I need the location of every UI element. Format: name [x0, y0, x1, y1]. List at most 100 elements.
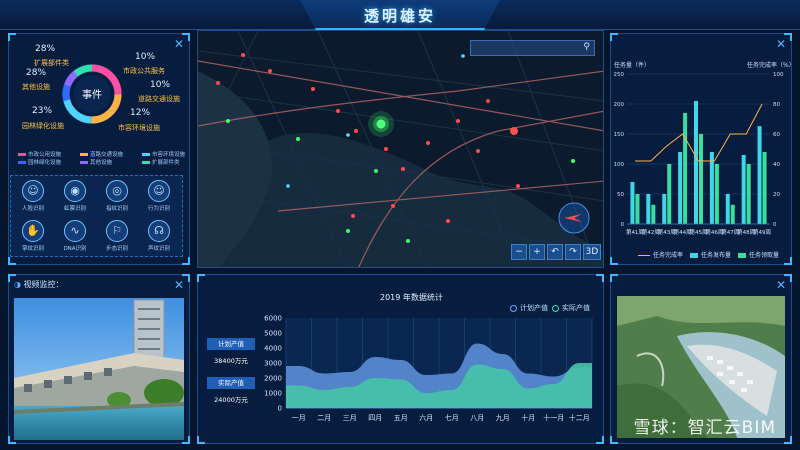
plan-label: 计划产值	[207, 338, 255, 350]
donut-cat: 市政公共服务	[123, 67, 165, 75]
video-feed[interactable]	[14, 298, 184, 440]
view-3d-button[interactable]: 3D	[583, 244, 601, 260]
x-tick-label: 一月	[292, 414, 306, 422]
recognition-label: 声纹识别	[147, 246, 170, 252]
close-icon[interactable]: ✕	[776, 278, 786, 292]
bar-claimed	[699, 134, 703, 224]
bar-claimed	[635, 194, 640, 224]
zoom-out-button[interactable]: −	[511, 244, 527, 260]
actual-label: 实际产值	[207, 377, 255, 389]
fingerprint-icon: ◎	[106, 180, 128, 202]
recognition-tile[interactable]: ◉ 虹膜识别	[58, 180, 92, 216]
donut-cat: 扩展部件类	[34, 59, 69, 67]
bar-published	[725, 194, 730, 224]
x-tick-label: 第49周	[753, 228, 771, 236]
search-icon[interactable]: ⚲	[583, 42, 590, 52]
donut-legend-item: 道路交通设施	[80, 150, 123, 158]
x-tick-label: 十一月	[543, 413, 564, 422]
recognition-label: 指纹识别	[105, 206, 128, 212]
donut-pct: 10%	[150, 80, 171, 90]
donut-pct: 12%	[130, 108, 151, 118]
x-tick-label: 十月	[521, 413, 535, 422]
camera-icon: ◑	[14, 280, 21, 289]
bar-claimed	[667, 164, 672, 224]
bar-claimed	[762, 152, 767, 224]
recognition-label: 步态识别	[105, 246, 128, 252]
behavior-icon: ☺	[148, 180, 170, 202]
close-icon[interactable]: ✕	[776, 37, 786, 51]
recognition-tile[interactable]: ∿ DNA识别	[58, 220, 92, 256]
close-icon[interactable]: ✕	[174, 37, 184, 51]
recognition-tile[interactable]: ✋ 掌纹识别	[16, 220, 50, 256]
x-tick-label: 五月	[394, 414, 408, 422]
donut-cat: 道路交通设施	[138, 95, 180, 103]
stats-title: 2019 年数据统计	[380, 293, 443, 302]
bar-legend-item: 任务完成率	[638, 250, 683, 259]
bar-legend-item: 任务发布量	[690, 250, 731, 259]
x-tick-label: 八月	[470, 414, 484, 422]
y-tick-label: 6000	[264, 315, 282, 323]
donut-legend-item: 园林绿化设施	[18, 158, 61, 166]
map-search-input[interactable]: ⚲	[470, 40, 595, 56]
x-tick-label: 十二月	[569, 413, 590, 422]
y-tick-label: 0	[621, 222, 625, 228]
donut-center-label: 事件	[82, 88, 102, 101]
events-donut: 事件	[62, 64, 122, 124]
y-tick-label: 4000	[264, 345, 282, 353]
bar-claimed	[714, 164, 719, 224]
recognition-label: 行为识别	[147, 206, 170, 212]
bar-claimed	[730, 204, 735, 224]
recognition-tile[interactable]: ☊ 声纹识别	[142, 220, 176, 256]
page-title: 透明雄安	[363, 7, 436, 25]
watermark: 雪球：智汇云BIM	[633, 418, 776, 438]
recognition-tile[interactable]: ☺ 行为识别	[142, 180, 176, 216]
palm-icon: ✋	[22, 220, 44, 242]
video-title: ◑ 视频监控：	[14, 280, 64, 289]
bar-published	[757, 126, 762, 224]
x-tick-label: 四月	[368, 414, 382, 422]
rotate-right-button[interactable]: ↷	[565, 244, 581, 260]
close-icon[interactable]: ✕	[174, 278, 184, 292]
bar-published	[646, 194, 651, 224]
x-tick-label: 七月	[445, 413, 459, 422]
donut-pct: 28%	[26, 68, 47, 78]
eye-icon: ◉	[64, 180, 86, 202]
donut-cat: 其他设施	[22, 83, 50, 91]
donut-legend-item: 其他设施	[80, 158, 112, 166]
donut-pct: 28%	[35, 44, 56, 54]
bar-claimed	[651, 204, 656, 224]
dna-icon: ∿	[64, 220, 86, 242]
x-tick-label: 六月	[419, 413, 433, 422]
recognition-tile[interactable]: ⚐ 步态识别	[100, 220, 134, 256]
y2-tick-label: 20	[773, 192, 780, 198]
output-area-chart: 0 1000 2000 3000 4000 5000 6000 一月 二月 三月 四月 五月 六月 七月 八…	[264, 315, 593, 422]
city-map[interactable]: ⚲ − + ↶ ↷ 3D	[197, 30, 604, 268]
x-tick-label: 三月	[343, 414, 357, 422]
voice-icon: ☊	[148, 220, 170, 242]
y2-tick-label: 80	[773, 102, 780, 108]
donut-legend-item: 市容环境设施	[142, 150, 185, 158]
rotate-left-button[interactable]: ↶	[547, 244, 563, 260]
x-tick-label: 九月	[496, 413, 510, 422]
task-bar-chart: 050100150200250020406080100第41周第42周第43周第…	[614, 72, 784, 236]
bar-published	[678, 152, 683, 224]
y-tick-label: 200	[614, 102, 625, 108]
map-canvas	[198, 31, 603, 267]
recognition-tile[interactable]: ☺ 人脸识别	[16, 180, 50, 216]
completion-rate-line	[634, 103, 763, 162]
recognition-tile[interactable]: ◎ 指纹识别	[100, 180, 134, 216]
donut-slice	[62, 84, 71, 102]
recognition-label: 虹膜识别	[63, 206, 86, 212]
actual-value: 24000万元	[214, 396, 248, 404]
y-tick-label: 5000	[264, 330, 282, 338]
zoom-in-button[interactable]: +	[529, 244, 545, 260]
y-tick-label: 0	[278, 405, 282, 413]
donut-pct: 23%	[32, 106, 53, 116]
y-tick-label: 50	[617, 192, 624, 198]
walk-icon: ⚐	[106, 220, 128, 242]
donut-legend-item: 扩展部件类	[142, 158, 180, 166]
face-icon: ☺	[22, 180, 44, 202]
donut-legend-item: 市政公用设施	[18, 150, 61, 158]
donut-pct: 10%	[135, 52, 156, 62]
bar-published	[741, 155, 746, 224]
